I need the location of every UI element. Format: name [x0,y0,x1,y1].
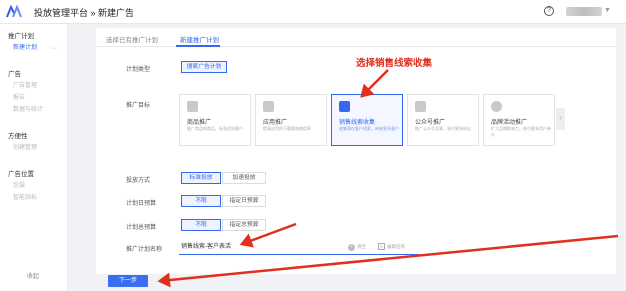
goal-card-desc: 扩大品牌影响力，吸引更多用户参与 [491,126,551,137]
goal-card-desc: 提高应用的下载量和使用率 [263,126,311,131]
edit-icon[interactable]: ✎ [378,243,385,250]
goal-card-title: 商品推广 [187,120,212,126]
daily-budget-unlimited-option[interactable]: 不限 [181,195,221,207]
daily-budget-label: 计划日预算 [126,201,157,207]
goal-card-desc: 推广公众号文章，吸引更多粉丝 [415,126,471,131]
goal-card-title: 应用推广 [263,120,288,126]
sidebar-collapse-button[interactable]: 收起 [27,271,39,280]
goal-card-product[interactable]: 商品推广 推广商品的商品、标签优质客户 [179,94,251,146]
edit-name-hint[interactable]: 编辑名称 [387,244,405,250]
sidebar-group-ad-unit[interactable]: 广告位置 [8,168,34,178]
goal-card-brand-activity[interactable]: 品牌活动推广 扩大品牌影响力，吸引更多用户参与 [483,94,555,146]
app-title: 投放管理平台 » 新建广告 [34,8,135,18]
goal-card-desc: 推广商品的商品、标签优质客户 [187,126,243,131]
product-icon [187,101,198,112]
tab-divider [96,46,616,47]
sidebar-item-monitor[interactable]: 包装 [13,180,25,189]
user-account[interactable] [566,7,602,16]
chevron-down-icon[interactable]: ▼ [604,7,611,14]
clear-icon[interactable]: × [348,244,355,251]
tab-active-indicator [176,45,220,47]
tab-new-plan[interactable]: 新建推广计划 [180,34,219,44]
help-icon[interactable]: ? [544,6,554,16]
plan-name-label: 推广计划名称 [126,247,163,253]
delivery-accelerated-option[interactable]: 加速投放 [222,172,266,184]
tab-existing-plan[interactable]: 选择已有推广计划 [106,34,158,44]
brand-icon [491,101,502,112]
total-budget-unlimited-option[interactable]: 不限 [181,219,221,231]
clear-hint[interactable]: 清空 [357,244,366,250]
goal-card-title: 销售线索收集 [339,120,376,126]
goal-label: 推广目标 [126,103,151,109]
sidebar-item-conversion[interactable]: 智能指标 [13,192,37,201]
plan-type-option[interactable]: 搜索广告计划 [181,61,227,73]
sidebar-group-plan[interactable]: 推广计划 [8,30,34,40]
plan-type-label: 计划类型 [126,67,151,73]
sidebar-item-ad-manage[interactable]: 广告管理 [13,80,37,89]
delivery-mode-label: 投放方式 [126,178,151,184]
sidebar-group-ads[interactable]: 广告 [8,68,21,78]
total-budget-specify-option[interactable]: 指定总预算 [222,219,266,231]
goal-card-app[interactable]: 应用推广 提高应用的下载量和使用率 [255,94,327,146]
goal-card-lead-collection[interactable]: 销售线索收集 收集潜在客户线索，带来更多客户 [331,94,403,146]
total-budget-label: 计划总预算 [126,225,157,231]
sidebar: 推广计划 新建计划 ··· 广告 广告管理 报告 数据与统计 方便性 创建管理 … [0,24,68,291]
delivery-standard-option[interactable]: 标准投放 [181,172,221,184]
sidebar-item-asset-center[interactable]: 创建管理 [13,142,37,151]
next-button[interactable]: 下一步 [108,275,148,287]
sidebar-item-report[interactable]: 报告 [13,92,25,101]
sidebar-group-tools[interactable]: 方便性 [8,130,28,140]
logo-icon [6,5,22,18]
sidebar-item-new-plan[interactable]: 新建计划 [13,42,37,51]
goal-card-official-account[interactable]: 公众号推广 推广公众号文章，吸引更多粉丝 [407,94,479,146]
sidebar-item-data-stats[interactable]: 数据与统计 [13,104,43,113]
daily-budget-specify-option[interactable]: 指定日预算 [222,195,266,207]
user-icon [415,101,426,112]
top-bar: 投放管理平台 » 新建广告 ? ▼ [0,0,626,24]
chart-icon [339,101,350,112]
goal-card-title: 公众号推广 [415,120,446,126]
goal-card-desc: 收集潜在客户线索，带来更多客户 [339,126,399,131]
chevron-right-icon[interactable]: › [556,108,565,130]
annotation-text: 选择销售线索收集 [356,58,433,69]
goal-card-title: 品牌活动推广 [491,120,528,126]
app-icon [263,101,274,112]
more-icon[interactable]: ··· [50,45,57,52]
